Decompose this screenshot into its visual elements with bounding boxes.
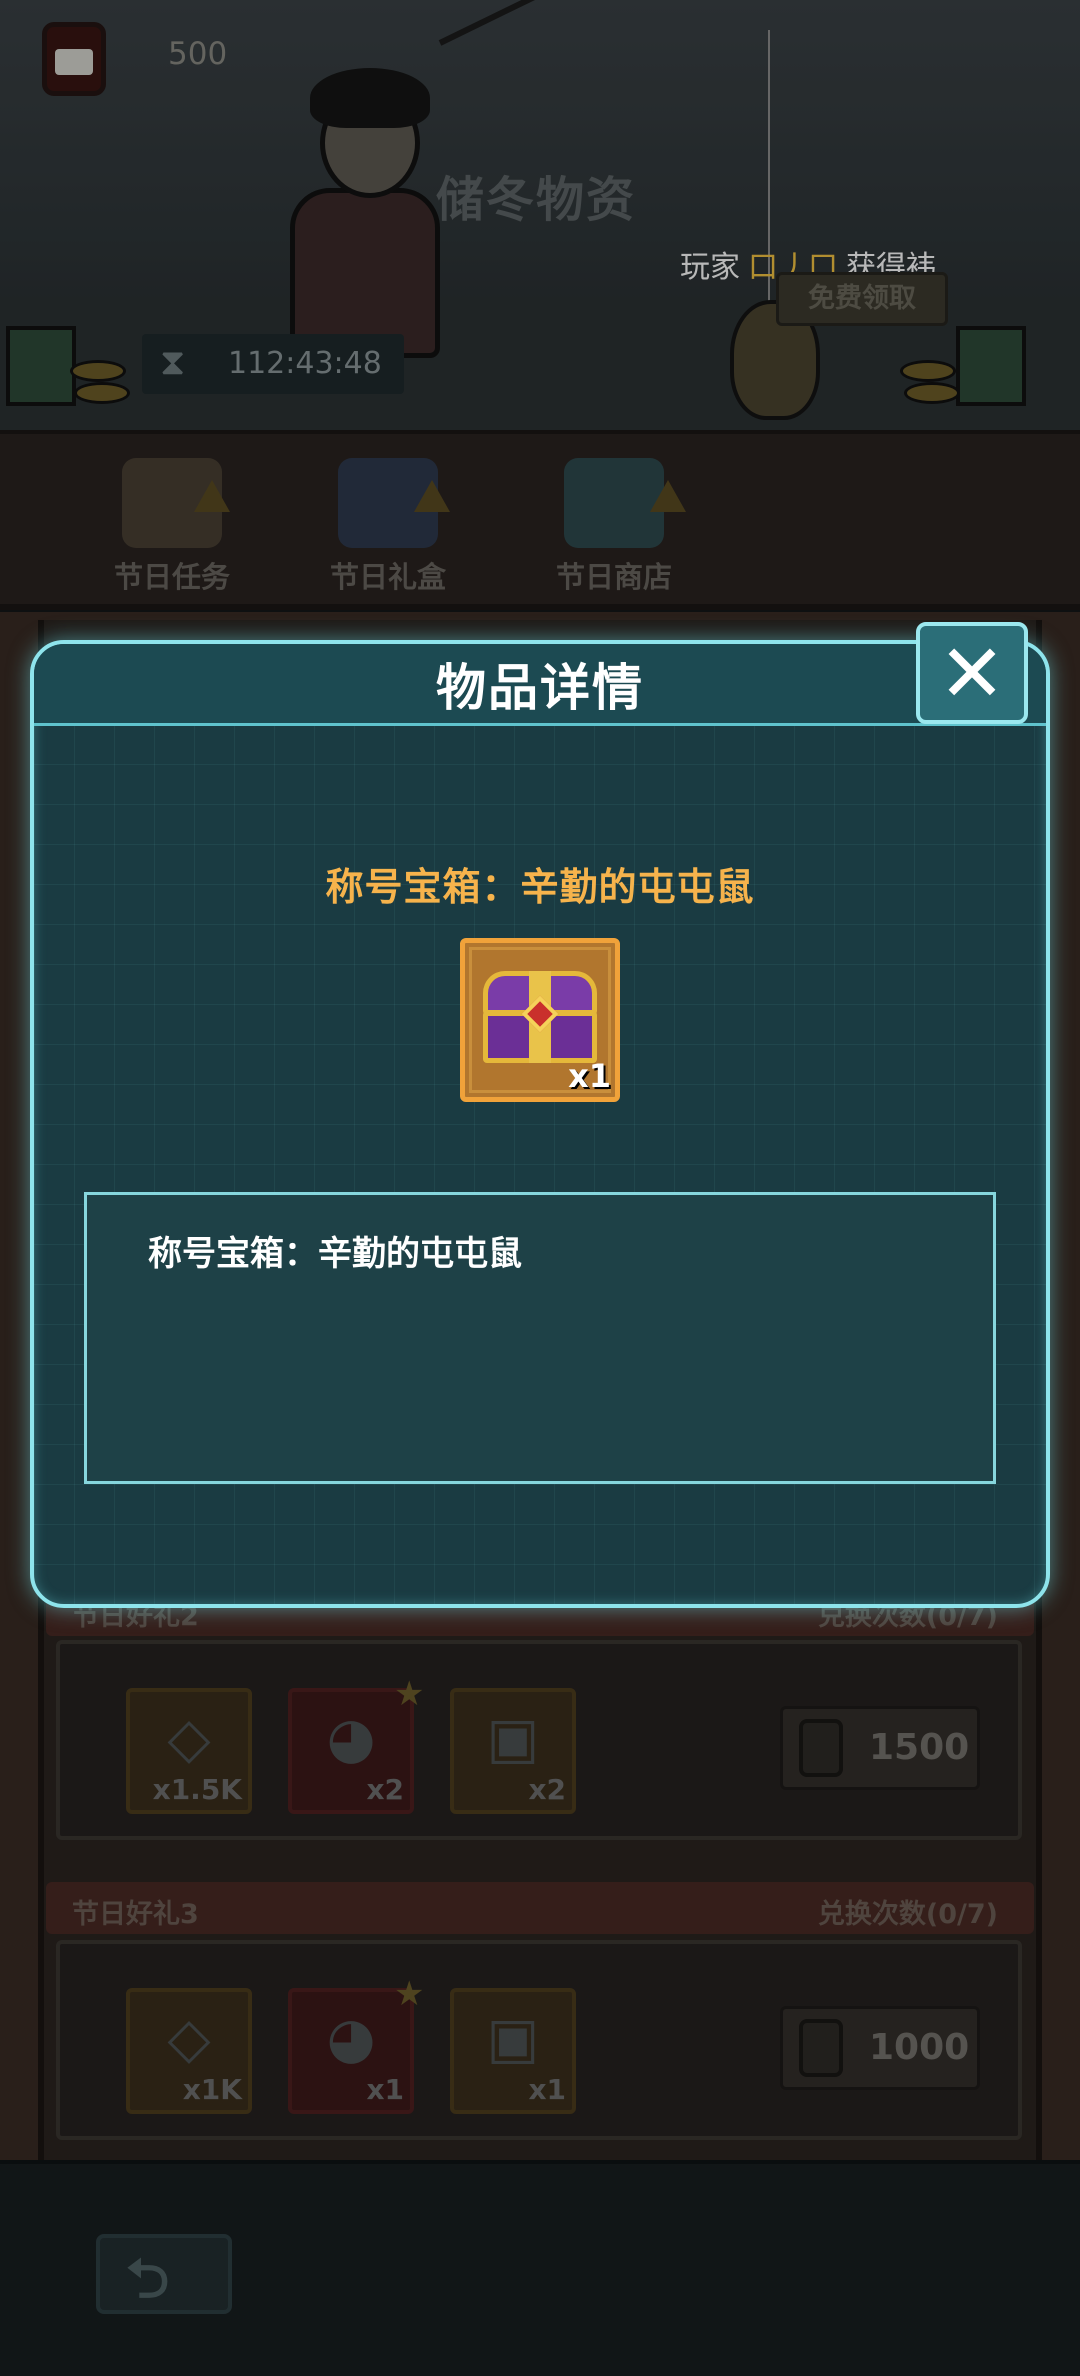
item-name: 称号宝箱：辛勤的屯屯鼠: [325, 865, 755, 909]
item-description: 称号宝箱：辛勤的屯屯鼠: [148, 1234, 522, 1274]
treasure-chest-icon: [483, 971, 597, 1063]
close-icon: ✕: [938, 627, 1006, 720]
item-frame: x1: [460, 938, 620, 1102]
close-button[interactable]: ✕: [916, 622, 1028, 724]
item-qty: x1: [568, 1057, 611, 1095]
